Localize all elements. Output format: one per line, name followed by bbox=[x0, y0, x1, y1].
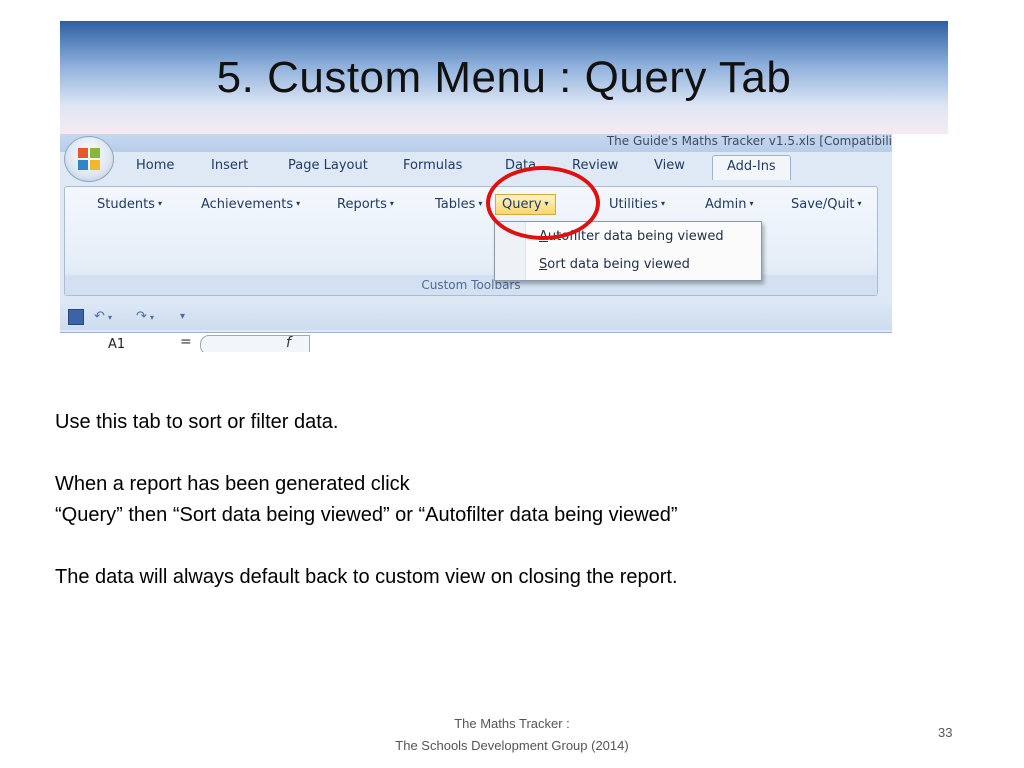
tab-home[interactable]: Home bbox=[136, 158, 174, 173]
menu-tables[interactable]: Tables ▾ bbox=[435, 197, 482, 212]
menu-students[interactable]: Students ▾ bbox=[97, 197, 162, 212]
redo-icon[interactable]: ↷ bbox=[136, 309, 147, 324]
customize-toolbar-icon[interactable]: ▾ bbox=[180, 311, 185, 322]
tab-insert[interactable]: Insert bbox=[211, 158, 248, 173]
tab-review[interactable]: Review bbox=[572, 158, 618, 173]
menu-admin[interactable]: Admin ▾ bbox=[705, 197, 753, 212]
save-icon[interactable] bbox=[68, 309, 84, 325]
footer-line-2: The Schools Development Group (2014) bbox=[395, 738, 629, 753]
menu-label: Achievements bbox=[201, 197, 294, 212]
body-text: Use this tab to sort or filter data. Whe… bbox=[55, 407, 678, 593]
body-line-4: The data will always default back to cus… bbox=[55, 566, 678, 588]
body-line-1: Use this tab to sort or filter data. bbox=[55, 411, 339, 433]
menu-label: Students bbox=[97, 197, 155, 212]
formula-bar: A1 = f bbox=[60, 332, 892, 352]
title-banner: 5. Custom Menu : Query Tab bbox=[60, 21, 948, 134]
function-icon[interactable]: f bbox=[286, 335, 291, 351]
menu-label: Reports bbox=[337, 197, 387, 212]
menu-save-quit[interactable]: Save/Quit ▾ bbox=[791, 197, 862, 212]
body-line-3: “Query” then “Sort data being viewed” or… bbox=[55, 504, 678, 526]
chevron-down-icon: ▾ bbox=[749, 199, 754, 208]
menu-reports[interactable]: Reports ▾ bbox=[337, 197, 394, 212]
chevron-down-icon: ▾ bbox=[478, 199, 483, 208]
page-number: 33 bbox=[938, 725, 953, 740]
quick-access-toolbar: ↶ ▾ ↷ ▾ ▾ bbox=[60, 302, 892, 330]
footer-line-1: The Maths Tracker : bbox=[454, 716, 570, 731]
ribbon-tabs: Home Insert Page Layout Formulas Data Re… bbox=[60, 152, 892, 186]
highlight-circle bbox=[486, 166, 600, 240]
menu-label: Utilities bbox=[609, 197, 658, 212]
menu-utilities[interactable]: Utilities ▾ bbox=[609, 197, 665, 212]
excel-titlebar: The Guide's Maths Tracker v1.5.xls [Comp… bbox=[60, 134, 892, 152]
excel-screenshot: The Guide's Maths Tracker v1.5.xls [Comp… bbox=[60, 134, 892, 352]
menu-label: Tables bbox=[435, 197, 476, 212]
menu-label: Admin bbox=[705, 197, 747, 212]
tab-formulas[interactable]: Formulas bbox=[403, 158, 462, 173]
chevron-down-icon: ▾ bbox=[857, 199, 862, 208]
chevron-down-icon: ▾ bbox=[660, 199, 665, 208]
window-title: The Guide's Maths Tracker v1.5.xls [Comp… bbox=[606, 134, 892, 148]
menu-option-sort[interactable]: Sort data being viewed bbox=[539, 257, 690, 272]
name-box[interactable]: A1 bbox=[108, 337, 125, 352]
formula-input[interactable] bbox=[200, 335, 310, 352]
chevron-down-icon[interactable]: ▾ bbox=[108, 313, 112, 322]
tab-add-ins[interactable]: Add-Ins bbox=[712, 155, 791, 180]
chevron-down-icon: ▾ bbox=[157, 199, 162, 208]
tab-page-layout[interactable]: Page Layout bbox=[288, 158, 368, 173]
formula-eq: = bbox=[180, 334, 192, 350]
body-line-2: When a report has been generated click bbox=[55, 473, 410, 495]
tab-view[interactable]: View bbox=[654, 158, 685, 173]
undo-icon[interactable]: ↶ bbox=[94, 309, 105, 324]
slide-footer: The Maths Tracker : The Schools Developm… bbox=[0, 713, 1024, 757]
slide-title: 5. Custom Menu : Query Tab bbox=[216, 52, 792, 102]
menu-achievements[interactable]: Achievements ▾ bbox=[201, 197, 300, 212]
chevron-down-icon[interactable]: ▾ bbox=[150, 313, 154, 322]
chevron-down-icon: ▾ bbox=[389, 199, 394, 208]
option-label: ort data being viewed bbox=[547, 257, 690, 272]
chevron-down-icon: ▾ bbox=[296, 199, 301, 208]
menu-label: Save/Quit bbox=[791, 197, 855, 212]
